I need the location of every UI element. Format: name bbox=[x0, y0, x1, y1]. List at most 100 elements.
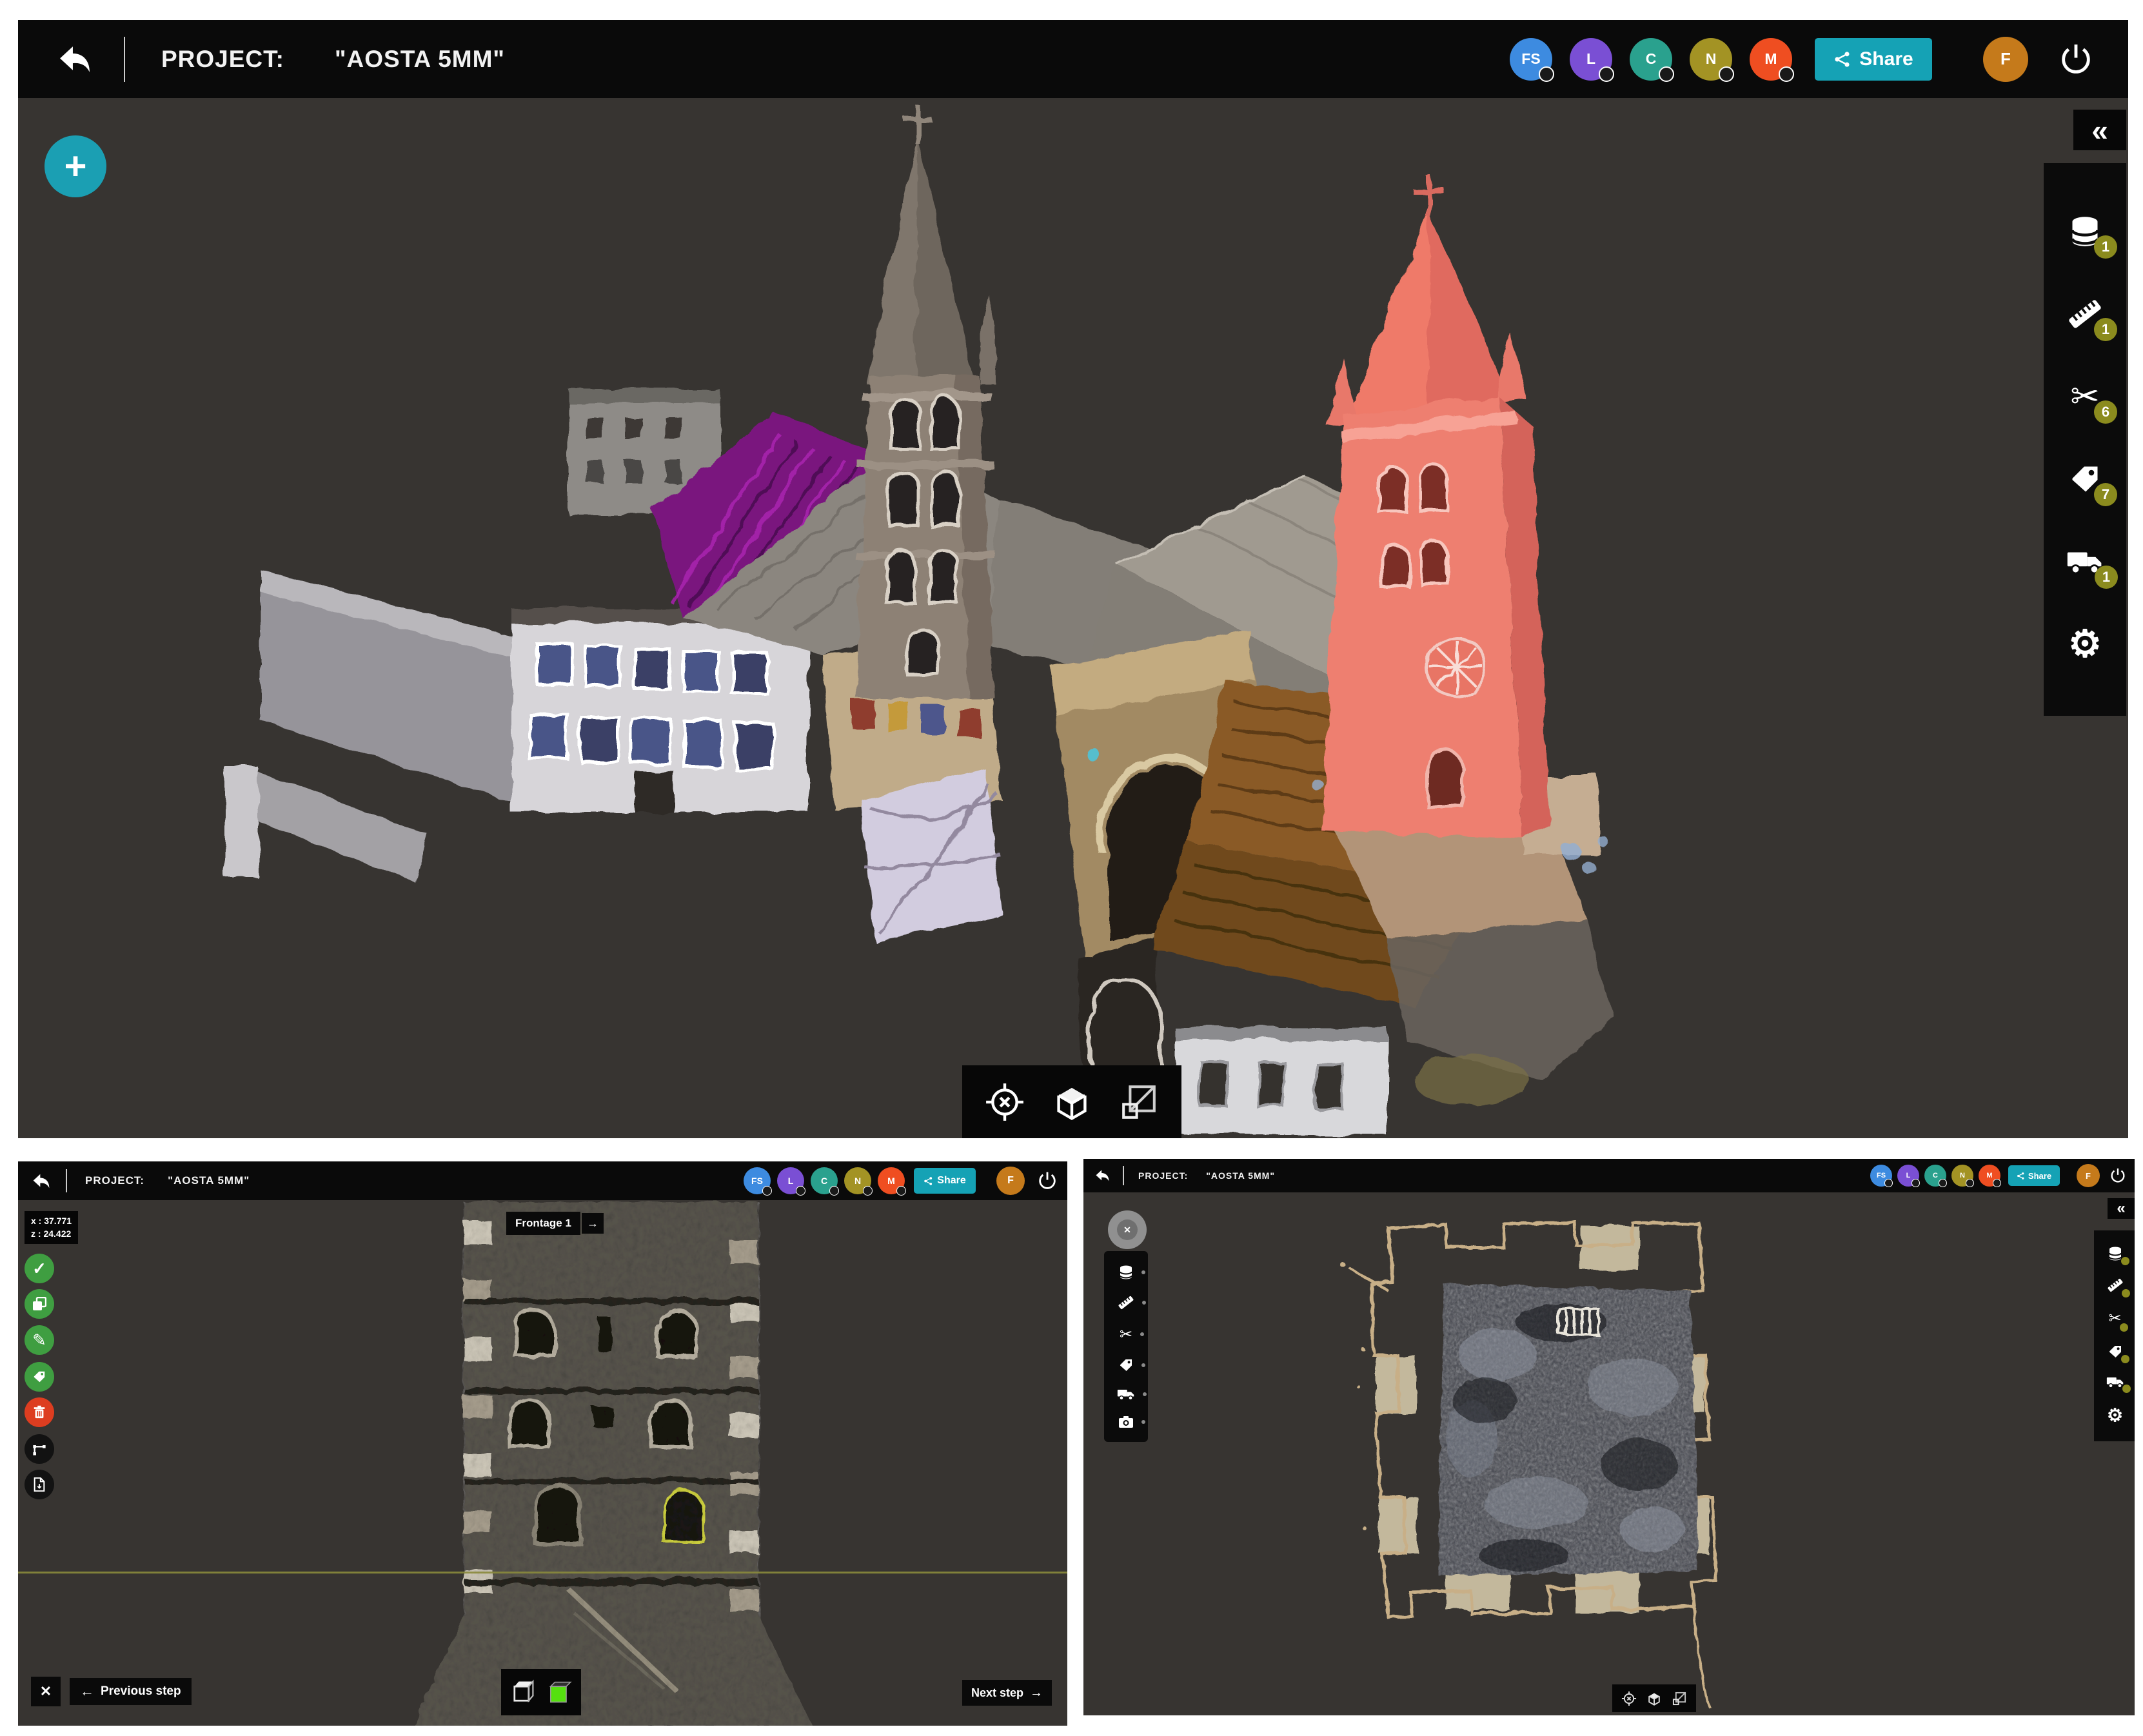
settings-tool-button[interactable]: ⚙ bbox=[2067, 626, 2103, 662]
database-tool-button[interactable] bbox=[2108, 1246, 2123, 1261]
delivery-tool-button[interactable] bbox=[2106, 1375, 2124, 1389]
power-icon[interactable] bbox=[2057, 41, 2095, 78]
collapse-sidebar-button[interactable]: « bbox=[2108, 1198, 2135, 1219]
previous-step-button[interactable]: ← Previous step bbox=[70, 1678, 192, 1705]
collaborator-avatar-m[interactable]: M bbox=[1750, 38, 1792, 81]
copy-icon bbox=[32, 1297, 46, 1311]
collaborator-avatar-fs[interactable]: FS bbox=[1510, 38, 1552, 81]
collaborator-avatar-fs[interactable]: FS bbox=[1870, 1165, 1892, 1187]
remove-collaborator-icon[interactable] bbox=[762, 1186, 772, 1196]
recenter-target-button[interactable] bbox=[1621, 1690, 1637, 1707]
delete-button[interactable] bbox=[25, 1397, 54, 1427]
collaborator-avatar-m[interactable]: M bbox=[1979, 1165, 2000, 1187]
truck-icon bbox=[2106, 1375, 2124, 1389]
remove-collaborator-icon[interactable] bbox=[1659, 66, 1674, 82]
back-arrow-icon[interactable] bbox=[58, 44, 92, 74]
tag-icon bbox=[32, 1370, 46, 1384]
remove-collaborator-icon[interactable] bbox=[1911, 1179, 1920, 1187]
collaborator-avatar-m[interactable]: M bbox=[878, 1167, 905, 1194]
share-button[interactable]: Share bbox=[2008, 1165, 2060, 1186]
edit-button[interactable]: ✎ bbox=[25, 1325, 54, 1355]
cut-tool-button[interactable]: ✂ bbox=[1120, 1325, 1132, 1344]
avatar-initials: M bbox=[887, 1176, 895, 1186]
avatar-initials: F bbox=[1007, 1175, 1014, 1187]
remove-collaborator-icon[interactable] bbox=[1939, 1179, 1947, 1187]
frontage-viewport[interactable] bbox=[18, 1200, 1067, 1726]
remove-collaborator-icon[interactable] bbox=[1966, 1179, 1974, 1187]
tag-tool-button[interactable]: 7 bbox=[2067, 461, 2103, 497]
plan-viewport[interactable] bbox=[1083, 1192, 2135, 1715]
tool-dot bbox=[1143, 1392, 1147, 1396]
next-frontage-button[interactable]: → bbox=[582, 1213, 604, 1234]
polyline-button[interactable] bbox=[25, 1434, 54, 1464]
remove-collaborator-icon[interactable] bbox=[1779, 66, 1794, 82]
frontage-panel: PROJECT: "AOSTA 5MM" FS L C N M Share F bbox=[18, 1161, 1067, 1726]
cube-wire-button[interactable] bbox=[509, 1678, 537, 1706]
section-line[interactable] bbox=[18, 1572, 1067, 1573]
cancel-step-button[interactable]: ✕ bbox=[31, 1677, 61, 1706]
remove-collaborator-icon[interactable] bbox=[1719, 66, 1734, 82]
main-3d-viewport[interactable] bbox=[18, 98, 2128, 1138]
back-arrow-icon[interactable] bbox=[32, 1173, 50, 1189]
database-tool-button[interactable]: 1 bbox=[2067, 213, 2103, 250]
coordinates-readout: x : 37.771 z : 24.422 bbox=[25, 1211, 78, 1244]
database-tool-button[interactable] bbox=[1118, 1265, 1134, 1280]
cut-tool-button[interactable]: ✂ bbox=[2108, 1309, 2121, 1328]
close-view-button[interactable]: ✕ bbox=[1108, 1210, 1147, 1249]
power-icon[interactable] bbox=[1036, 1170, 1058, 1192]
cube-view-button[interactable] bbox=[1646, 1690, 1663, 1707]
plan-header-right: FS L C N M Share F bbox=[1870, 1159, 2127, 1192]
user-avatar[interactable]: F bbox=[2077, 1164, 2100, 1187]
clip-plane-button[interactable] bbox=[1117, 1080, 1161, 1124]
collaborator-avatar-l[interactable]: L bbox=[777, 1167, 804, 1194]
confirm-button[interactable]: ✓ bbox=[25, 1254, 54, 1283]
collaborator-avatar-c[interactable]: C bbox=[1630, 38, 1672, 81]
next-step-label: Next step bbox=[971, 1686, 1023, 1700]
user-avatar[interactable]: F bbox=[996, 1167, 1025, 1195]
measure-tool-button[interactable] bbox=[2107, 1277, 2124, 1294]
remove-collaborator-icon[interactable] bbox=[829, 1186, 839, 1196]
remove-collaborator-icon[interactable] bbox=[1884, 1179, 1893, 1187]
plan-panel: PROJECT: "AOSTA 5MM" FS L C N M Share F bbox=[1083, 1159, 2135, 1715]
recenter-target-button[interactable] bbox=[983, 1080, 1027, 1124]
collaborator-avatar-n[interactable]: N bbox=[844, 1167, 871, 1194]
next-step-button[interactable]: Next step → bbox=[962, 1680, 1052, 1706]
measure-tool-button[interactable] bbox=[1118, 1294, 1134, 1311]
back-arrow-icon[interactable] bbox=[1095, 1169, 1110, 1182]
remove-collaborator-icon[interactable] bbox=[1539, 66, 1554, 82]
user-avatar[interactable]: F bbox=[1983, 37, 2028, 82]
share-label: Share bbox=[2028, 1171, 2051, 1181]
copy-button[interactable] bbox=[25, 1289, 54, 1319]
collaborator-avatar-l[interactable]: L bbox=[1570, 38, 1612, 81]
clip-plane-button[interactable] bbox=[1671, 1690, 1688, 1707]
export-button[interactable] bbox=[25, 1470, 54, 1499]
remove-collaborator-icon[interactable] bbox=[796, 1186, 805, 1196]
share-button[interactable]: Share bbox=[1815, 38, 1932, 81]
collapse-sidebar-button[interactable]: « bbox=[2073, 110, 2126, 150]
cube-filled-active-button[interactable] bbox=[545, 1678, 573, 1706]
share-button[interactable]: Share bbox=[914, 1168, 976, 1194]
tag-tool-button[interactable] bbox=[2108, 1344, 2123, 1359]
settings-tool-button[interactable]: ⚙ bbox=[2107, 1405, 2123, 1426]
remove-collaborator-icon[interactable] bbox=[863, 1186, 873, 1196]
collaborator-avatar-fs[interactable]: FS bbox=[744, 1167, 771, 1194]
remove-collaborator-icon[interactable] bbox=[1599, 66, 1614, 82]
collaborator-avatar-c[interactable]: C bbox=[811, 1167, 838, 1194]
tag-tool-button[interactable] bbox=[1118, 1357, 1134, 1373]
remove-collaborator-icon[interactable] bbox=[896, 1186, 906, 1196]
remove-collaborator-icon[interactable] bbox=[1993, 1179, 2001, 1187]
collaborator-avatar-l[interactable]: L bbox=[1897, 1165, 1919, 1187]
collaborator-avatar-c[interactable]: C bbox=[1924, 1165, 1946, 1187]
cube-view-button[interactable] bbox=[1050, 1080, 1094, 1124]
measure-tool-button[interactable]: 1 bbox=[2067, 296, 2103, 332]
power-icon[interactable] bbox=[2109, 1167, 2127, 1185]
delivery-tool-button[interactable]: 1 bbox=[2066, 544, 2104, 580]
cut-tool-button[interactable]: ✂ 6 bbox=[2067, 379, 2103, 415]
camera-tool-button[interactable] bbox=[1118, 1415, 1134, 1428]
tag-button[interactable] bbox=[25, 1362, 54, 1392]
project-label: PROJECT: bbox=[85, 1174, 144, 1187]
collaborator-avatar-n[interactable]: N bbox=[1951, 1165, 1973, 1187]
collaborator-avatar-n[interactable]: N bbox=[1690, 38, 1732, 81]
delivery-tool-button[interactable] bbox=[1117, 1387, 1135, 1401]
add-button[interactable]: + bbox=[44, 135, 106, 197]
